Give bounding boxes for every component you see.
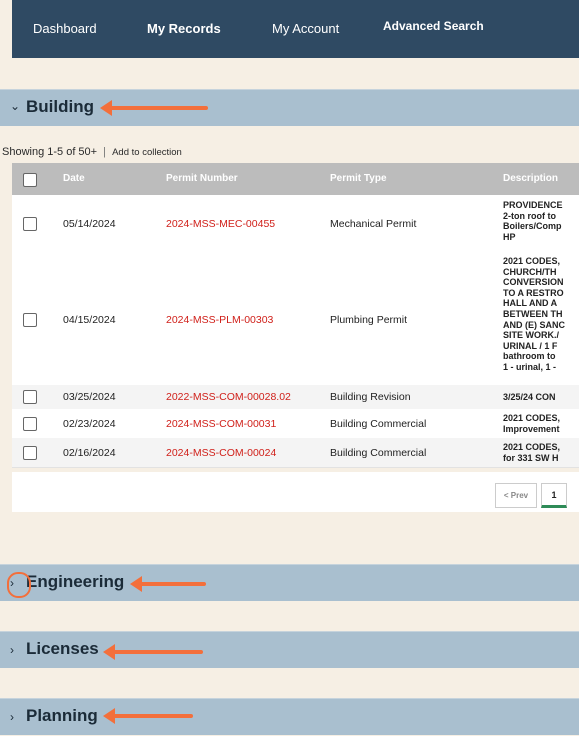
column-header-permit-type[interactable]: Permit Type bbox=[330, 173, 387, 184]
nav-subbar bbox=[12, 58, 579, 88]
row-date: 05/14/2024 bbox=[63, 218, 116, 230]
row-date: 03/25/2024 bbox=[63, 391, 116, 403]
table-row: 05/14/2024 2024-MSS-MEC-00455 Mechanical… bbox=[12, 195, 579, 252]
top-nav-bar: Dashboard My Records My Account Advanced… bbox=[12, 0, 579, 58]
section-title-licenses: Licenses bbox=[26, 639, 99, 658]
permit-number-link[interactable]: 2022-MSS-COM-00028.02 bbox=[166, 391, 291, 403]
chevron-right-icon: › bbox=[10, 710, 14, 724]
chevron-down-icon: ⌄ bbox=[10, 99, 21, 113]
row-description: 2021 CODES, Improvement bbox=[503, 413, 561, 434]
annotation-arrow-icon bbox=[103, 644, 203, 660]
annotation-circle-icon bbox=[7, 572, 31, 598]
permit-number-link[interactable]: 2024-MSS-PLM-00303 bbox=[166, 314, 273, 326]
column-header-description[interactable]: Description bbox=[503, 173, 558, 184]
row-permit-type: Building Commercial bbox=[330, 447, 427, 459]
section-header-building[interactable]: ⌄ Building bbox=[0, 89, 579, 126]
section-header-engineering[interactable]: › Engineering bbox=[0, 564, 579, 601]
section-header-planning[interactable]: › Planning bbox=[0, 698, 579, 735]
row-checkbox[interactable] bbox=[23, 446, 37, 460]
row-checkbox[interactable] bbox=[23, 313, 37, 327]
table-row: 03/25/2024 2022-MSS-COM-00028.02 Buildin… bbox=[12, 385, 579, 410]
annotation-arrow-icon bbox=[100, 100, 208, 116]
chevron-right-icon: › bbox=[10, 643, 14, 657]
nav-dashboard-link[interactable]: Dashboard bbox=[33, 21, 97, 36]
annotation-arrow-icon bbox=[130, 576, 206, 592]
row-permit-type: Plumbing Permit bbox=[330, 314, 408, 326]
table-row: 04/15/2024 2024-MSS-PLM-00303 Plumbing P… bbox=[12, 251, 579, 386]
nav-advanced-search-link[interactable]: Advanced Search bbox=[383, 19, 484, 33]
row-permit-type: Building Revision bbox=[330, 391, 411, 403]
results-count-text: Showing 1-5 of 50+ bbox=[2, 146, 98, 158]
row-checkbox[interactable] bbox=[23, 217, 37, 231]
add-to-collection-link[interactable]: Add to collection bbox=[112, 147, 182, 158]
row-description: 3/25/24 CON bbox=[503, 392, 556, 402]
row-checkbox[interactable] bbox=[23, 390, 37, 404]
results-summary: Showing 1-5 of 50+ | Add to collection bbox=[2, 146, 182, 158]
section-title-engineering: Engineering bbox=[26, 572, 125, 591]
table-header-row: Date Permit Number Permit Type Descripti… bbox=[12, 163, 579, 195]
row-description: 2021 CODES, for 331 SW H bbox=[503, 442, 561, 463]
row-permit-type: Building Commercial bbox=[330, 418, 427, 430]
section-title-planning: Planning bbox=[26, 706, 98, 725]
separator-text: | bbox=[103, 146, 107, 158]
column-header-permit-number[interactable]: Permit Number bbox=[166, 173, 238, 184]
permit-number-link[interactable]: 2024-MSS-COM-00024 bbox=[166, 447, 276, 459]
pagination-bar: < Prev 1 bbox=[12, 472, 579, 512]
permit-number-link[interactable]: 2024-MSS-COM-00031 bbox=[166, 418, 276, 430]
column-header-date[interactable]: Date bbox=[63, 173, 85, 184]
select-all-checkbox[interactable] bbox=[23, 173, 37, 187]
table-row: 02/16/2024 2024-MSS-COM-00024 Building C… bbox=[12, 438, 579, 468]
prev-page-button[interactable]: < Prev bbox=[495, 483, 537, 508]
page-number-button[interactable]: 1 bbox=[541, 483, 567, 508]
nav-my-records-link[interactable]: My Records bbox=[147, 21, 221, 36]
row-date: 04/15/2024 bbox=[63, 314, 116, 326]
permit-number-link[interactable]: 2024-MSS-MEC-00455 bbox=[166, 218, 275, 230]
row-checkbox[interactable] bbox=[23, 417, 37, 431]
row-date: 02/16/2024 bbox=[63, 447, 116, 459]
section-header-licenses[interactable]: › Licenses bbox=[0, 631, 579, 668]
row-description: PROVIDENCE 2-ton roof to Boilers/Comp HP bbox=[503, 200, 563, 242]
section-title-building: Building bbox=[26, 97, 94, 116]
row-permit-type: Mechanical Permit bbox=[330, 218, 417, 230]
row-description: 2021 CODES, CHURCH/TH CONVERSION TO A RE… bbox=[503, 256, 565, 372]
table-row: 02/23/2024 2024-MSS-COM-00031 Building C… bbox=[12, 409, 579, 439]
row-date: 02/23/2024 bbox=[63, 418, 116, 430]
annotation-arrow-icon bbox=[103, 708, 193, 724]
nav-my-account-link[interactable]: My Account bbox=[272, 21, 339, 36]
